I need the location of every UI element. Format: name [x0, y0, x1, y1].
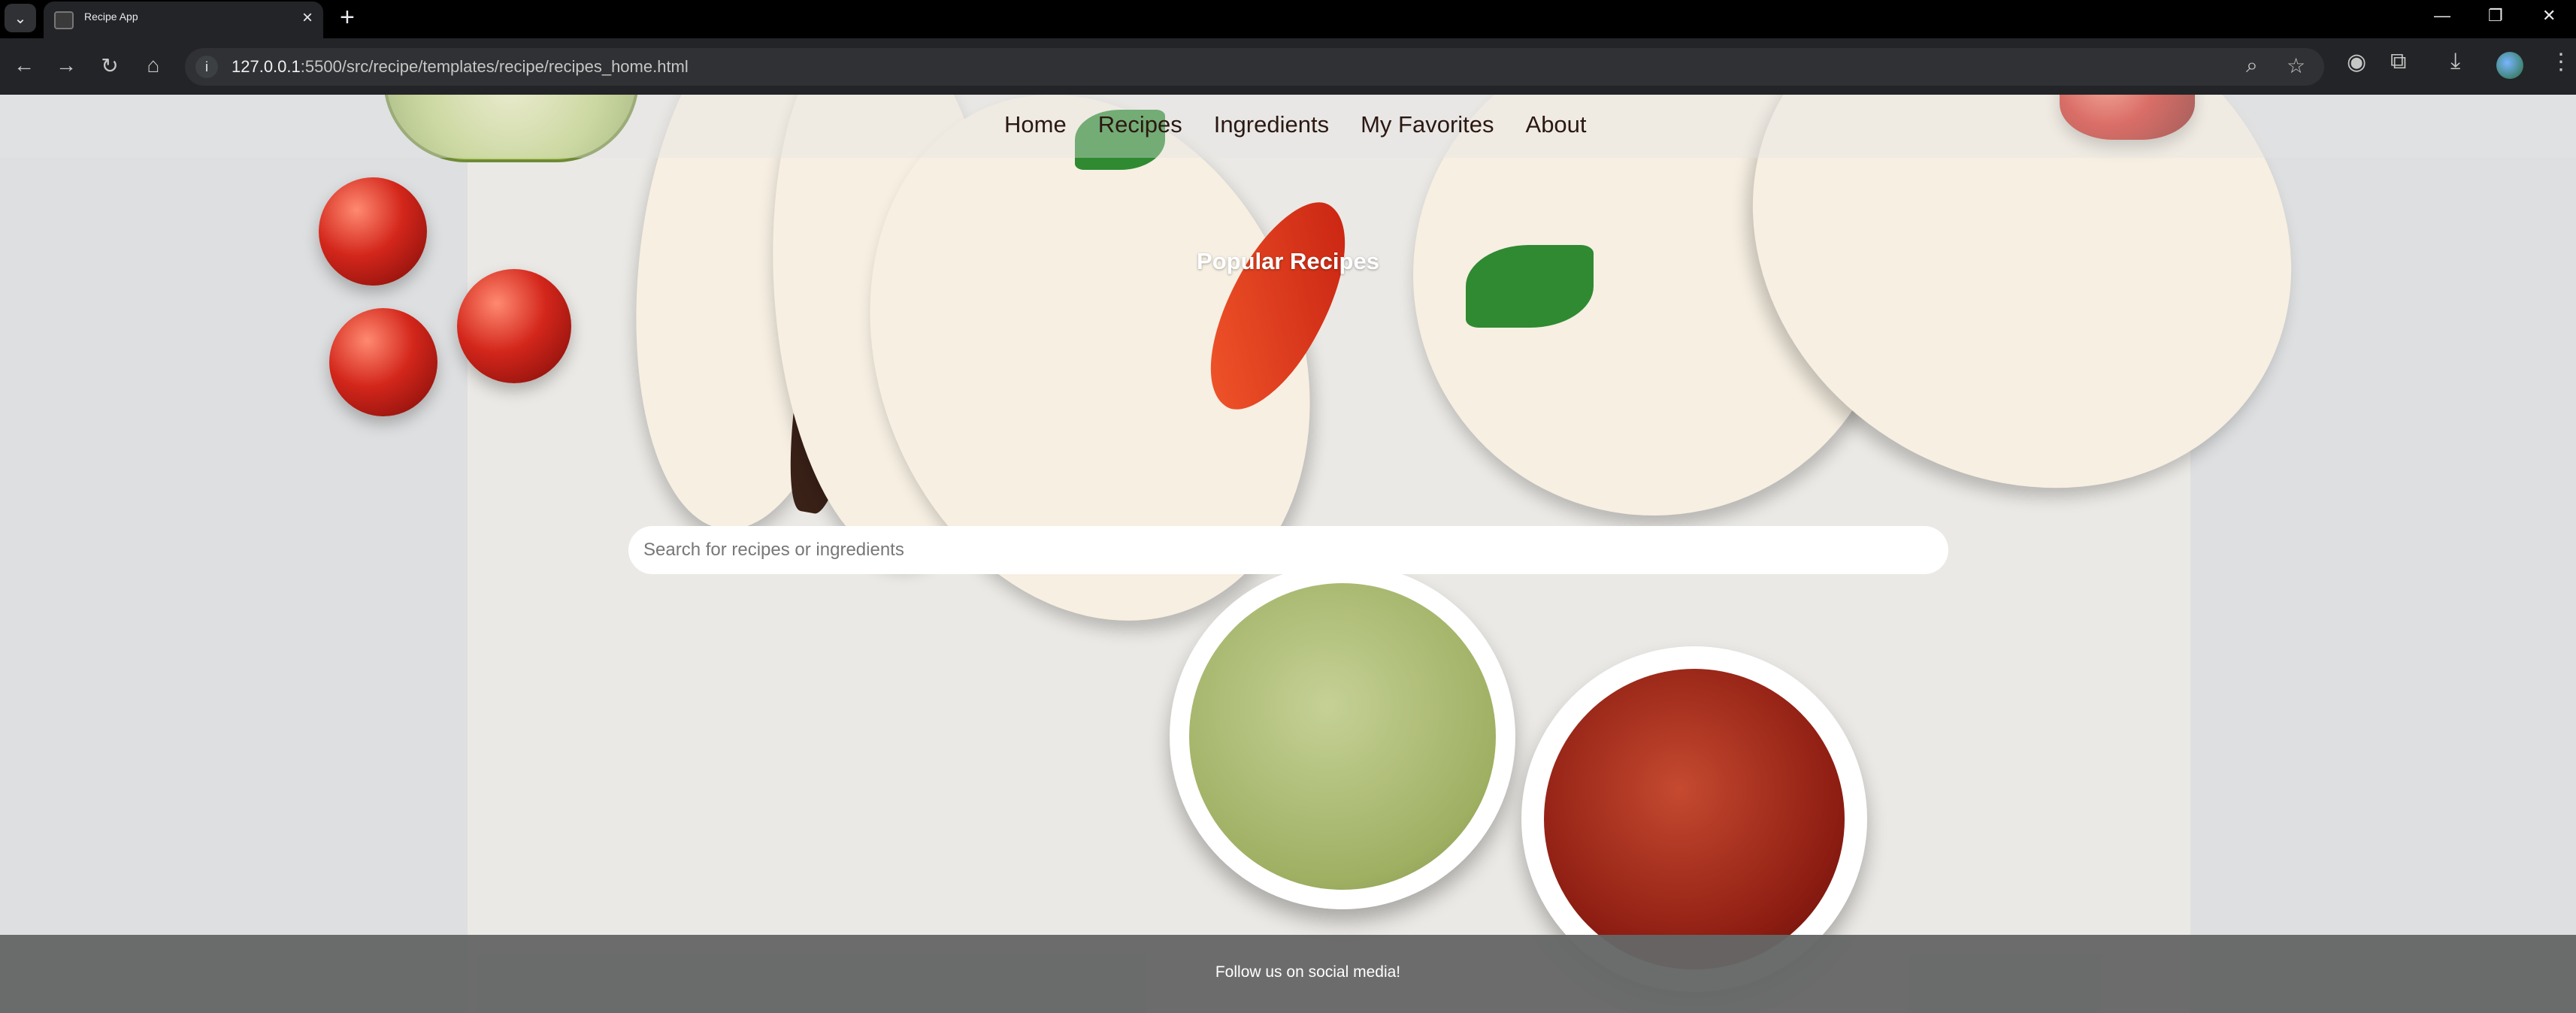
bookmark-star-icon[interactable]: ☆ — [2287, 53, 2305, 78]
nav-link-ingredients[interactable]: Ingredients — [1214, 111, 1329, 138]
close-tab-icon[interactable]: × — [302, 8, 313, 29]
tab-title: Recipe App — [84, 11, 138, 23]
favicon-icon — [54, 11, 74, 29]
extension-circle-icon[interactable]: ◉ — [2347, 49, 2366, 75]
url-path: :5500/src/recipe/templates/recipe/recipe… — [300, 57, 689, 76]
guacamole — [1189, 583, 1496, 890]
nav-link-home[interactable]: Home — [1004, 111, 1067, 138]
back-icon[interactable]: ← — [9, 50, 39, 80]
nav-link-about[interactable]: About — [1526, 111, 1587, 138]
site-navbar: Home Recipes Ingredients My Favorites Ab… — [0, 95, 2576, 158]
restore-icon[interactable]: ❐ — [2488, 6, 2503, 26]
address-bar[interactable]: i 127.0.0.1:5500/src/recipe/templates/re… — [185, 48, 2324, 86]
new-tab-icon[interactable]: + — [340, 3, 355, 32]
hero-title: Popular Recipes — [1197, 248, 1379, 274]
menu-kebab-icon[interactable]: ⋮ — [2550, 49, 2572, 75]
browser-toolbar: ← → ↻ ⌂ i 127.0.0.1:5500/src/recipe/temp… — [0, 38, 2576, 95]
forward-icon[interactable]: → — [51, 50, 81, 80]
browser-tab[interactable]: Recipe App × — [44, 2, 323, 38]
zoom-icon[interactable]: ⌕ — [2246, 53, 2258, 78]
extensions-puzzle-icon[interactable]: ⧉ — [2390, 49, 2406, 74]
nav-link-my-favorites[interactable]: My Favorites — [1361, 111, 1494, 138]
tab-search-icon[interactable]: ⌄ — [5, 4, 36, 32]
tomato — [457, 269, 571, 383]
site-info-icon[interactable]: i — [195, 56, 218, 78]
salsa — [1544, 669, 1845, 969]
site-footer: Follow us on social media! — [0, 935, 2576, 1013]
tomato — [329, 308, 437, 416]
minimize-icon[interactable]: — — [2434, 6, 2450, 26]
guacamole-bowl — [1170, 564, 1515, 909]
page-viewport: Home Recipes Ingredients My Favorites Ab… — [0, 95, 2576, 1013]
nav-link-recipes[interactable]: Recipes — [1098, 111, 1182, 138]
download-icon[interactable]: ⤓ — [2450, 49, 2460, 74]
profile-avatar[interactable] — [2496, 52, 2523, 79]
nav-links: Home Recipes Ingredients My Favorites Ab… — [1004, 111, 1587, 138]
footer-text: Follow us on social media! — [1215, 963, 1401, 981]
browser-tab-strip: ⌄ Recipe App × + — ❐ ✕ — [0, 0, 2576, 38]
reload-icon[interactable]: ↻ — [95, 50, 125, 80]
url-host: 127.0.0.1 — [232, 57, 301, 76]
window-close-icon[interactable]: ✕ — [2542, 6, 2556, 26]
url-text[interactable]: 127.0.0.1:5500/src/recipe/templates/reci… — [232, 57, 689, 77]
home-icon[interactable]: ⌂ — [138, 50, 168, 80]
search-input[interactable] — [628, 526, 1948, 574]
